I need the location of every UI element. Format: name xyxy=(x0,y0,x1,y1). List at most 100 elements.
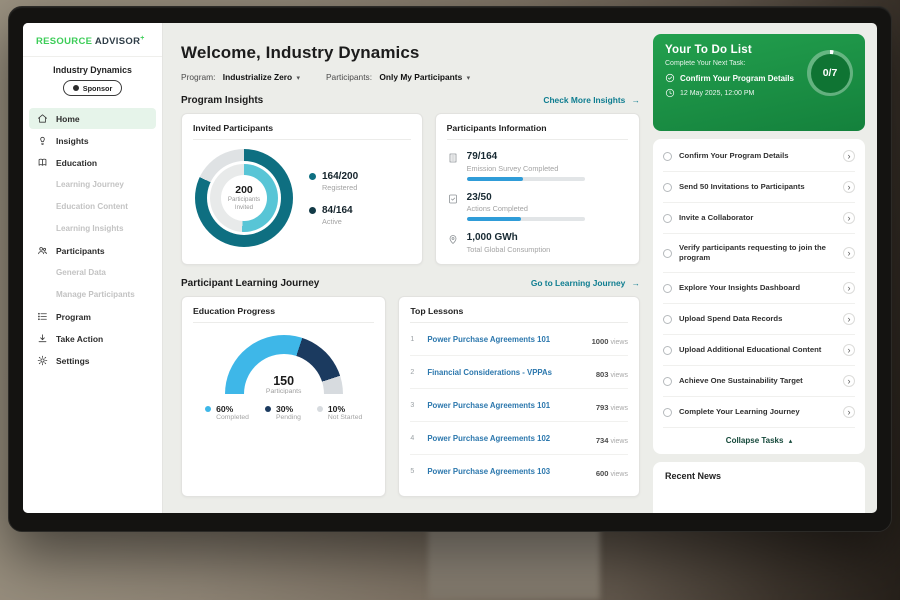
link-label: Check More Insights xyxy=(543,95,625,105)
donut-center-label: Participants Invited xyxy=(224,196,264,212)
legend-registered: 164/200 Registered xyxy=(309,171,358,192)
chevron-right-icon[interactable]: › xyxy=(843,181,855,193)
sidebar-item-learning-journey[interactable]: Learning Journey xyxy=(29,174,156,195)
sidebar-item-education[interactable]: Education xyxy=(29,152,156,173)
pin-icon xyxy=(447,233,459,245)
checkbox-icon[interactable] xyxy=(663,315,672,324)
stat-label: Actions Completed xyxy=(467,204,585,213)
stat-value: 1,000 GWh xyxy=(467,232,551,243)
chevron-right-icon[interactable]: › xyxy=(843,344,855,356)
task-row-explore-insights[interactable]: Explore Your Insights Dashboard › xyxy=(663,273,855,304)
collapse-tasks-button[interactable]: Collapse Tasks ▴ xyxy=(663,428,855,454)
check-circle-icon xyxy=(665,73,675,83)
sidebar-item-home[interactable]: Home xyxy=(29,108,156,129)
invited-participants-card: Invited Participants 200 Participants In… xyxy=(181,113,423,265)
legend-value: 60% xyxy=(216,404,249,414)
nav-label: Program xyxy=(56,312,91,322)
sidebar-item-program[interactable]: Program xyxy=(29,306,156,327)
chevron-right-icon[interactable]: › xyxy=(843,406,855,418)
go-to-learning-journey-link[interactable]: Go to Learning Journey → xyxy=(531,278,640,288)
lesson-link[interactable]: Power Purchase Agreements 101 xyxy=(427,401,587,410)
task-label: Complete Your Learning Journey xyxy=(679,407,836,417)
clock-icon xyxy=(665,88,675,98)
task-row-invite-collaborator[interactable]: Invite a Collaborator › xyxy=(663,203,855,234)
chevron-right-icon[interactable]: › xyxy=(843,212,855,224)
task-row-upload-spend-data[interactable]: Upload Spend Data Records › xyxy=(663,304,855,335)
todo-next-task-label: Confirm Your Program Details xyxy=(680,74,794,83)
nav-label: Education xyxy=(56,158,97,168)
book-icon xyxy=(37,157,49,169)
sidebar-item-take-action[interactable]: Take Action xyxy=(29,328,156,349)
stat-value: 79/164 xyxy=(467,151,585,162)
check-more-insights-link[interactable]: Check More Insights → xyxy=(543,95,640,105)
lesson-row: 5 Power Purchase Agreements 103 600views xyxy=(410,455,628,487)
task-row-complete-learning-journey[interactable]: Complete Your Learning Journey › xyxy=(663,397,855,428)
stat-global-consumption: 1,000 GWh Total Global Consumption xyxy=(447,232,628,254)
participants-filter-label: Participants: xyxy=(326,72,372,82)
sidebar-item-participants[interactable]: Participants xyxy=(29,240,156,261)
views-word: views xyxy=(610,438,628,445)
checkbox-icon[interactable] xyxy=(663,377,672,386)
task-row-achieve-target[interactable]: Achieve One Sustainability Target › xyxy=(663,366,855,397)
task-label: Upload Spend Data Records xyxy=(679,314,836,324)
nav-label: Home xyxy=(56,114,80,124)
lesson-link[interactable]: Power Purchase Agreements 102 xyxy=(427,434,587,443)
lesson-link[interactable]: Financial Considerations - VPPAs xyxy=(427,368,587,377)
legend-dot xyxy=(205,406,211,412)
lesson-views: 803 xyxy=(596,370,609,379)
program-select[interactable]: Industrialize Zero ▾ xyxy=(223,72,300,82)
task-label: Achieve One Sustainability Target xyxy=(679,376,836,386)
program-insights-header: Program Insights Check More Insights → xyxy=(181,95,640,106)
checkbox-icon[interactable] xyxy=(663,214,672,223)
sidebar-item-settings[interactable]: Settings xyxy=(29,350,156,371)
lesson-views: 793 xyxy=(596,403,609,412)
chevron-right-icon[interactable]: › xyxy=(843,313,855,325)
checkbox-icon[interactable] xyxy=(663,408,672,417)
lesson-link[interactable]: Power Purchase Agreements 101 xyxy=(427,335,583,344)
app-logo: RESOURCE ADVISOR+ xyxy=(23,23,162,57)
logo-resource: RESOURCE xyxy=(36,36,92,47)
learning-journey-header: Participant Learning Journey Go to Learn… xyxy=(181,278,640,289)
donut-legend: 164/200 Registered 84/164 Active xyxy=(309,171,358,226)
caret-down-icon: ▾ xyxy=(467,75,471,82)
gauge-center: 150 Participants xyxy=(225,374,343,394)
participants-select[interactable]: Only My Participants ▾ xyxy=(379,72,470,82)
lesson-row: 3 Power Purchase Agreements 101 793views xyxy=(410,389,628,422)
checkbox-icon[interactable] xyxy=(663,346,672,355)
task-row-send-invitations[interactable]: Send 50 Invitations to Participants › xyxy=(663,172,855,203)
todo-summary-card: Your To Do List Complete Your Next Task:… xyxy=(653,34,865,131)
legend-dot xyxy=(265,406,271,412)
nav-label: Take Action xyxy=(56,334,103,344)
checkbox-icon[interactable] xyxy=(663,152,672,161)
top-lessons-card: Top Lessons 1 Power Purchase Agreements … xyxy=(398,296,640,497)
link-label: Go to Learning Journey xyxy=(531,278,625,288)
checkbox-icon[interactable] xyxy=(663,183,672,192)
page-title: Welcome, Industry Dynamics xyxy=(181,43,640,63)
todo-panel: Your To Do List Complete Your Next Task:… xyxy=(653,23,877,513)
lesson-views: 600 xyxy=(596,469,609,478)
sidebar-item-manage-participants[interactable]: Manage Participants xyxy=(29,284,156,305)
sidebar-item-insights[interactable]: Insights xyxy=(29,130,156,151)
checkbox-icon[interactable] xyxy=(663,249,672,258)
logo-advisor: ADVISOR xyxy=(95,36,140,47)
legend-active: 84/164 Active xyxy=(309,205,358,226)
task-row-confirm-program[interactable]: Confirm Your Program Details › xyxy=(663,141,855,172)
chevron-right-icon[interactable]: › xyxy=(843,282,855,294)
chevron-right-icon[interactable]: › xyxy=(843,375,855,387)
task-row-verify-participants[interactable]: Verify participants requesting to join t… xyxy=(663,234,855,273)
gauge-legend: 60% Completed 30% Pending xyxy=(193,404,374,421)
sidebar-item-general-data[interactable]: General Data xyxy=(29,262,156,283)
sidebar-item-education-content[interactable]: Education Content xyxy=(29,196,156,217)
checkbox-icon[interactable] xyxy=(663,284,672,293)
task-row-upload-educational-content[interactable]: Upload Additional Educational Content › xyxy=(663,335,855,366)
chevron-right-icon[interactable]: › xyxy=(843,247,855,259)
legend-completed: 60% Completed xyxy=(205,404,249,421)
photo-background: RESOURCE ADVISOR+ Industry Dynamics Spon… xyxy=(0,0,900,600)
progress-bar xyxy=(467,217,585,221)
sidebar-item-learning-insights[interactable]: Learning Insights xyxy=(29,218,156,239)
lesson-link[interactable]: Power Purchase Agreements 103 xyxy=(427,467,587,476)
recent-news-card[interactable]: Recent News xyxy=(653,462,865,513)
chevron-right-icon[interactable]: › xyxy=(843,150,855,162)
nav-label: Insights xyxy=(56,136,89,146)
card-title: Invited Participants xyxy=(193,123,411,140)
